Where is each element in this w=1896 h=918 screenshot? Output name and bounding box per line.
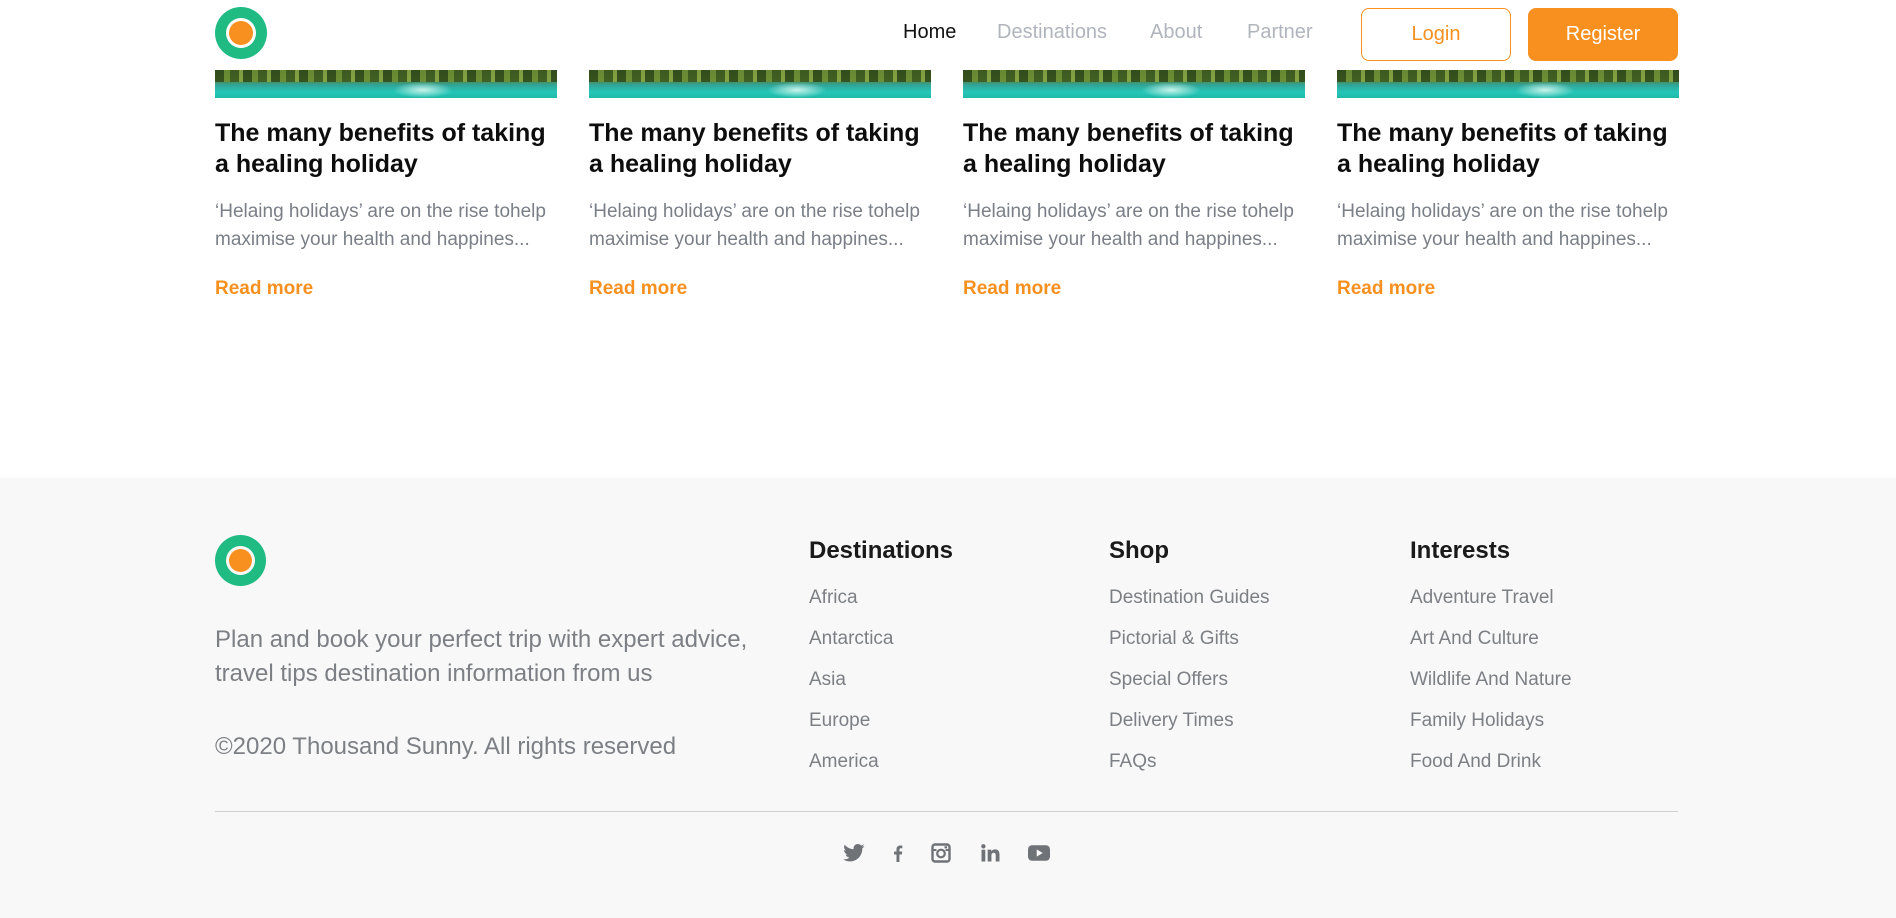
footer-link[interactable]: America <box>809 750 953 791</box>
card-title[interactable]: The many benefits of taking a healing ho… <box>963 118 1305 180</box>
read-more-link[interactable]: Read more <box>215 278 313 300</box>
read-more-link[interactable]: Read more <box>963 278 1061 300</box>
card-excerpt: ‘Helaing holidays’ are on the rise tohel… <box>963 201 1294 250</box>
site-footer: Plan and book your perfect trip with exp… <box>0 478 1896 918</box>
page: The many benefits of taking a healing ho… <box>0 0 1896 918</box>
card-image[interactable] <box>1337 70 1679 98</box>
footer-link[interactable]: Destination Guides <box>1109 586 1270 627</box>
blog-card: The many benefits of taking a healing ho… <box>589 70 931 300</box>
site-header: Home Destinations About Partner Login Re… <box>0 0 1896 68</box>
logo[interactable] <box>215 7 267 59</box>
footer-link[interactable]: Europe <box>809 709 953 750</box>
blog-card: The many benefits of taking a healing ho… <box>215 70 557 300</box>
footer-tagline: Plan and book your perfect trip with exp… <box>215 626 748 687</box>
nav-about[interactable]: About <box>1150 21 1202 44</box>
footer-link[interactable]: Special Offers <box>1109 668 1270 709</box>
read-more-link[interactable]: Read more <box>1337 278 1435 300</box>
footer-col-title: Destinations <box>809 537 954 564</box>
card-excerpt: ‘Helaing holidays’ are on the rise tohel… <box>215 201 546 250</box>
facebook-icon[interactable] <box>884 838 912 868</box>
footer-col-shop: Shop Destination Guides Pictorial & Gift… <box>1109 536 1270 791</box>
blog-card: The many benefits of taking a healing ho… <box>963 70 1305 300</box>
footer-col-interests: Interests Adventure Travel Art And Cultu… <box>1410 536 1572 791</box>
footer-col-title: Shop <box>1109 537 1169 564</box>
footer-link[interactable]: Pictorial & Gifts <box>1109 627 1270 668</box>
nav-destinations[interactable]: Destinations <box>997 21 1107 44</box>
card-image[interactable] <box>215 70 557 98</box>
login-button[interactable]: Login <box>1361 8 1511 61</box>
register-button[interactable]: Register <box>1528 8 1678 61</box>
youtube-icon[interactable] <box>1025 838 1053 868</box>
footer-logo[interactable] <box>215 535 266 586</box>
footer-link[interactable]: FAQs <box>1109 750 1270 791</box>
footer-col-destinations: Destinations Africa Antarctica Asia Euro… <box>809 536 953 791</box>
nav-home[interactable]: Home <box>903 21 956 44</box>
copyright: ©2020 Thousand Sunny. All rights reserve… <box>215 733 677 760</box>
read-more-link[interactable]: Read more <box>589 278 687 300</box>
footer-link[interactable]: Art And Culture <box>1410 627 1572 668</box>
footer-link[interactable]: Adventure Travel <box>1410 586 1572 627</box>
linkedin-icon[interactable] <box>976 838 1004 868</box>
footer-divider <box>215 811 1678 812</box>
twitter-icon[interactable] <box>840 838 868 868</box>
card-image[interactable] <box>589 70 931 98</box>
card-title[interactable]: The many benefits of taking a healing ho… <box>215 118 557 180</box>
footer-link[interactable]: Africa <box>809 586 953 627</box>
blog-card: The many benefits of taking a healing ho… <box>1337 70 1679 300</box>
card-excerpt: ‘Helaing holidays’ are on the rise tohel… <box>589 201 920 250</box>
card-image[interactable] <box>963 70 1305 98</box>
card-excerpt: ‘Helaing holidays’ are on the rise tohel… <box>1337 201 1668 250</box>
footer-link[interactable]: Asia <box>809 668 953 709</box>
nav-partner[interactable]: Partner <box>1247 21 1313 44</box>
footer-link[interactable]: Wildlife And Nature <box>1410 668 1572 709</box>
card-title[interactable]: The many benefits of taking a healing ho… <box>589 118 931 180</box>
footer-link[interactable]: Delivery Times <box>1109 709 1270 750</box>
footer-link[interactable]: Family Holidays <box>1410 709 1572 750</box>
footer-link[interactable]: Antarctica <box>809 627 953 668</box>
footer-col-title: Interests <box>1410 537 1511 564</box>
instagram-icon[interactable] <box>927 838 955 868</box>
footer-link[interactable]: Food And Drink <box>1410 750 1572 791</box>
card-title[interactable]: The many benefits of taking a healing ho… <box>1337 118 1679 180</box>
